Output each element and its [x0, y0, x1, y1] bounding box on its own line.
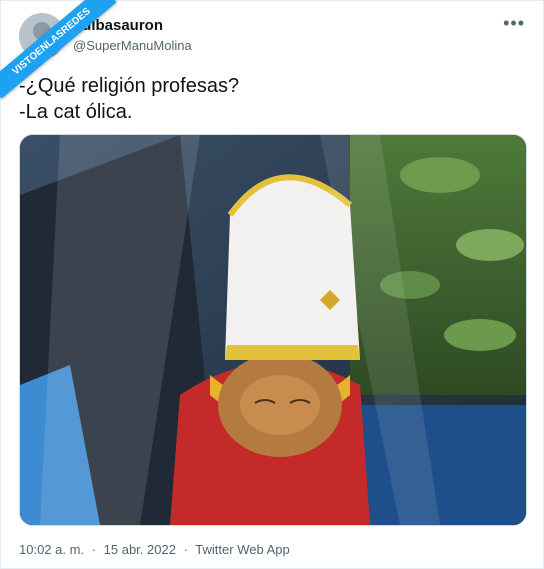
tweet-text: -¿Qué religión profesas? -La cat ólica.: [19, 73, 239, 125]
tweet-line: -¿Qué religión profesas?: [19, 75, 240, 97]
more-horizontal-icon[interactable]: •••: [503, 13, 525, 34]
tweet-card: bulbasauron @SuperManuMolina ••• -¿Qué r…: [0, 0, 544, 569]
tweet-time[interactable]: 10:02 a. m.: [19, 542, 84, 557]
tweet-photo[interactable]: [19, 134, 527, 526]
tweet-line: -La cat ólica.: [19, 101, 133, 123]
tweet-meta: 10:02 a. m. · 15 abr. 2022 · Twitter Web…: [19, 542, 294, 557]
tweet-source[interactable]: Twitter Web App: [195, 542, 289, 557]
separator: ·: [91, 542, 97, 557]
separator: ·: [183, 542, 188, 557]
tweet-date[interactable]: 15 abr. 2022: [104, 542, 176, 557]
user-handle[interactable]: @SuperManuMolina: [73, 38, 192, 53]
cat-pope-photo: [20, 135, 526, 525]
